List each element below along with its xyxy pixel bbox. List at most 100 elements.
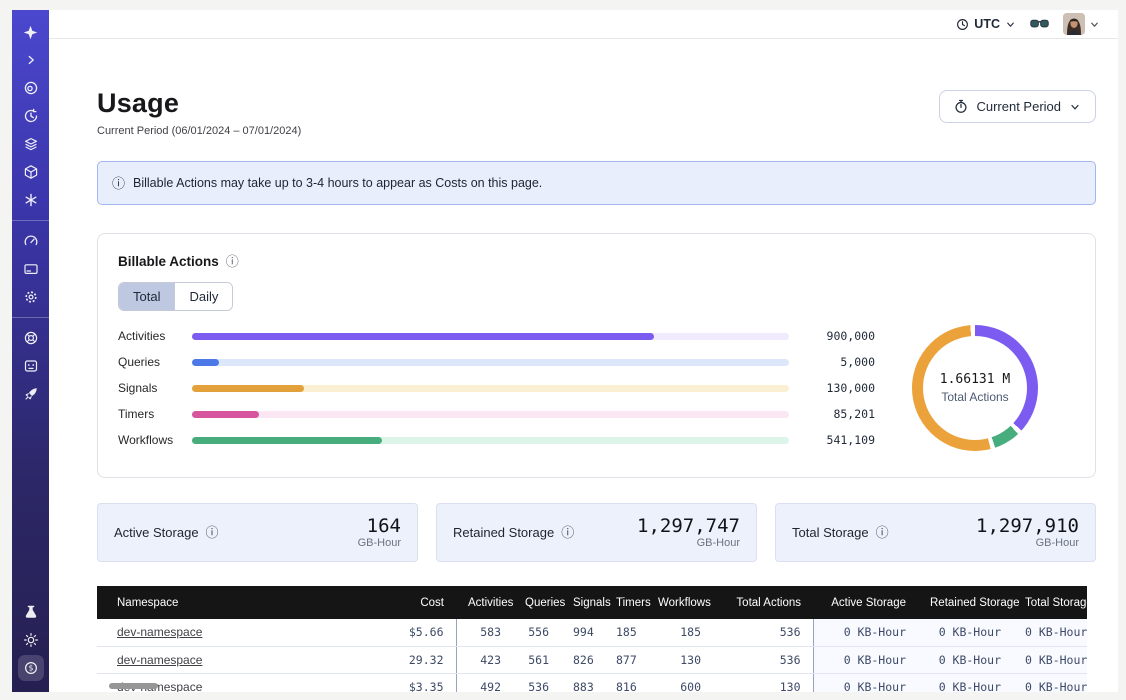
namespace-link[interactable]: dev-namespace: [117, 653, 202, 667]
table-row: dev-namespace 29.32 423 561 826 877 130 …: [97, 646, 1087, 673]
history-icon[interactable]: [18, 103, 44, 129]
cell-signals: 883: [561, 673, 604, 692]
info-banner: ⓘ Billable Actions may take up to 3-4 ho…: [97, 161, 1096, 205]
bar-fill: [192, 411, 259, 418]
cell-cost: $3.35: [377, 673, 456, 692]
col-header-total-actions: Total Actions: [713, 586, 813, 619]
cell-queries: 536: [513, 673, 561, 692]
bar-fill: [192, 333, 654, 340]
namespace-usage-table: Namespace Cost Activities Queries Signal…: [97, 586, 1087, 692]
cell-cost: 29.32: [377, 646, 456, 673]
cell-retained-storage: 0 KB-Hour: [918, 646, 1013, 673]
cell-timers: 877: [604, 646, 646, 673]
cube-icon[interactable]: [18, 159, 44, 185]
cell-queries: 556: [513, 619, 561, 646]
temporal-logo[interactable]: [18, 19, 44, 45]
total-storage-value: 1,297,910: [976, 516, 1079, 537]
table-header-row: Namespace Cost Activities Queries Signal…: [97, 586, 1087, 619]
cell-active-storage: 0 KB-Hour: [813, 619, 918, 646]
info-icon[interactable]: ⓘ: [226, 255, 239, 268]
col-header-queries: Queries: [513, 586, 561, 619]
gauge-icon[interactable]: [18, 228, 44, 254]
bar-track: [192, 333, 789, 340]
cell-workflows: 600: [646, 673, 713, 692]
chevron-down-icon: [1005, 19, 1016, 30]
cell-retained-storage: 0 KB-Hour: [918, 673, 1013, 692]
active-storage-unit: GB-Hour: [358, 537, 401, 549]
user-menu[interactable]: [1063, 13, 1100, 35]
avatar: [1063, 13, 1085, 35]
topbar: UTC: [49, 10, 1118, 39]
credit-card-icon[interactable]: [18, 256, 44, 282]
goggles-icon[interactable]: [1030, 17, 1049, 31]
cell-timers: 185: [604, 619, 646, 646]
app-window: $ UTC Usage: [12, 10, 1118, 692]
flask-icon[interactable]: [18, 599, 44, 625]
terminal-icon[interactable]: [18, 353, 44, 379]
page-title: Usage: [97, 88, 301, 119]
lifebuoy-icon[interactable]: [18, 325, 44, 351]
bar-track: [192, 411, 789, 418]
chevron-down-icon: [1069, 101, 1081, 113]
bar-track: [192, 437, 789, 444]
namespace-link[interactable]: dev-namespace: [117, 625, 202, 639]
stopwatch-icon: [954, 99, 968, 114]
bar-value: 130,000: [805, 381, 875, 395]
asterisk-icon[interactable]: [18, 187, 44, 213]
col-header-namespace: Namespace: [97, 586, 377, 619]
cell-active-storage: 0 KB-Hour: [813, 646, 918, 673]
cell-activities: 492: [456, 673, 513, 692]
namespaces-icon[interactable]: [18, 75, 44, 101]
collapse-chevron-icon[interactable]: [18, 47, 44, 73]
info-icon[interactable]: ⓘ: [206, 526, 219, 539]
main-content: Usage Current Period (06/01/2024 – 07/01…: [49, 39, 1118, 692]
cell-workflows: 130: [646, 646, 713, 673]
info-icon[interactable]: ⓘ: [561, 526, 574, 539]
horizontal-scrollbar-thumb[interactable]: [109, 683, 158, 689]
layers-icon[interactable]: [18, 131, 44, 157]
total-storage-label: Total Storage: [792, 525, 869, 540]
billable-actions-card: Billable Actions ⓘ Total Daily Activitie…: [97, 233, 1096, 478]
cell-total-storage: 0 KB-Hour: [1013, 619, 1087, 646]
retained-storage-value: 1,297,747: [637, 516, 740, 537]
chevron-down-icon: [1089, 19, 1100, 30]
billable-actions-bar-chart: Activities 900,000 Queries 5,000 Signals…: [118, 323, 875, 453]
bar-label: Timers: [118, 407, 192, 421]
tab-total[interactable]: Total: [119, 283, 174, 310]
retained-storage-unit: GB-Hour: [637, 537, 740, 549]
period-dropdown-button[interactable]: Current Period: [939, 90, 1096, 123]
info-icon[interactable]: ⓘ: [876, 526, 889, 539]
cell-retained-storage: 0 KB-Hour: [918, 619, 1013, 646]
bar-row-activities: Activities 900,000: [118, 323, 875, 349]
cell-total-actions: 130: [713, 673, 813, 692]
col-header-signals: Signals: [561, 586, 604, 619]
tab-daily[interactable]: Daily: [174, 283, 232, 310]
sidebar: $: [12, 10, 49, 692]
rocket-icon[interactable]: [18, 381, 44, 407]
info-banner-text: Billable Actions may take up to 3-4 hour…: [133, 176, 542, 190]
bar-label: Activities: [118, 329, 192, 343]
total-daily-toggle: Total Daily: [118, 282, 233, 311]
bar-label: Signals: [118, 381, 192, 395]
clock-icon: [956, 18, 969, 31]
active-storage-label: Active Storage: [114, 525, 199, 540]
timezone-selector[interactable]: UTC: [956, 17, 1016, 31]
sun-icon[interactable]: [18, 627, 44, 653]
dollar-coin-icon[interactable]: $: [18, 655, 44, 681]
cell-active-storage: 0 KB-Hour: [813, 673, 918, 692]
billable-actions-title: Billable Actions: [118, 254, 219, 269]
bar-fill: [192, 437, 382, 444]
cell-signals: 994: [561, 619, 604, 646]
bar-fill: [192, 359, 219, 366]
page-subtitle: Current Period (06/01/2024 – 07/01/2024): [97, 125, 301, 137]
col-header-workflows: Workflows: [646, 586, 713, 619]
period-dropdown-label: Current Period: [976, 99, 1061, 114]
bar-track: [192, 385, 789, 392]
gear-icon[interactable]: [18, 284, 44, 310]
bar-track: [192, 359, 789, 366]
col-header-retained-storage: Retained Storage: [918, 586, 1013, 619]
cell-workflows: 185: [646, 619, 713, 646]
cell-total-actions: 536: [713, 619, 813, 646]
bar-value: 5,000: [805, 355, 875, 369]
cell-total-storage: 0 KB-Hour: [1013, 646, 1087, 673]
